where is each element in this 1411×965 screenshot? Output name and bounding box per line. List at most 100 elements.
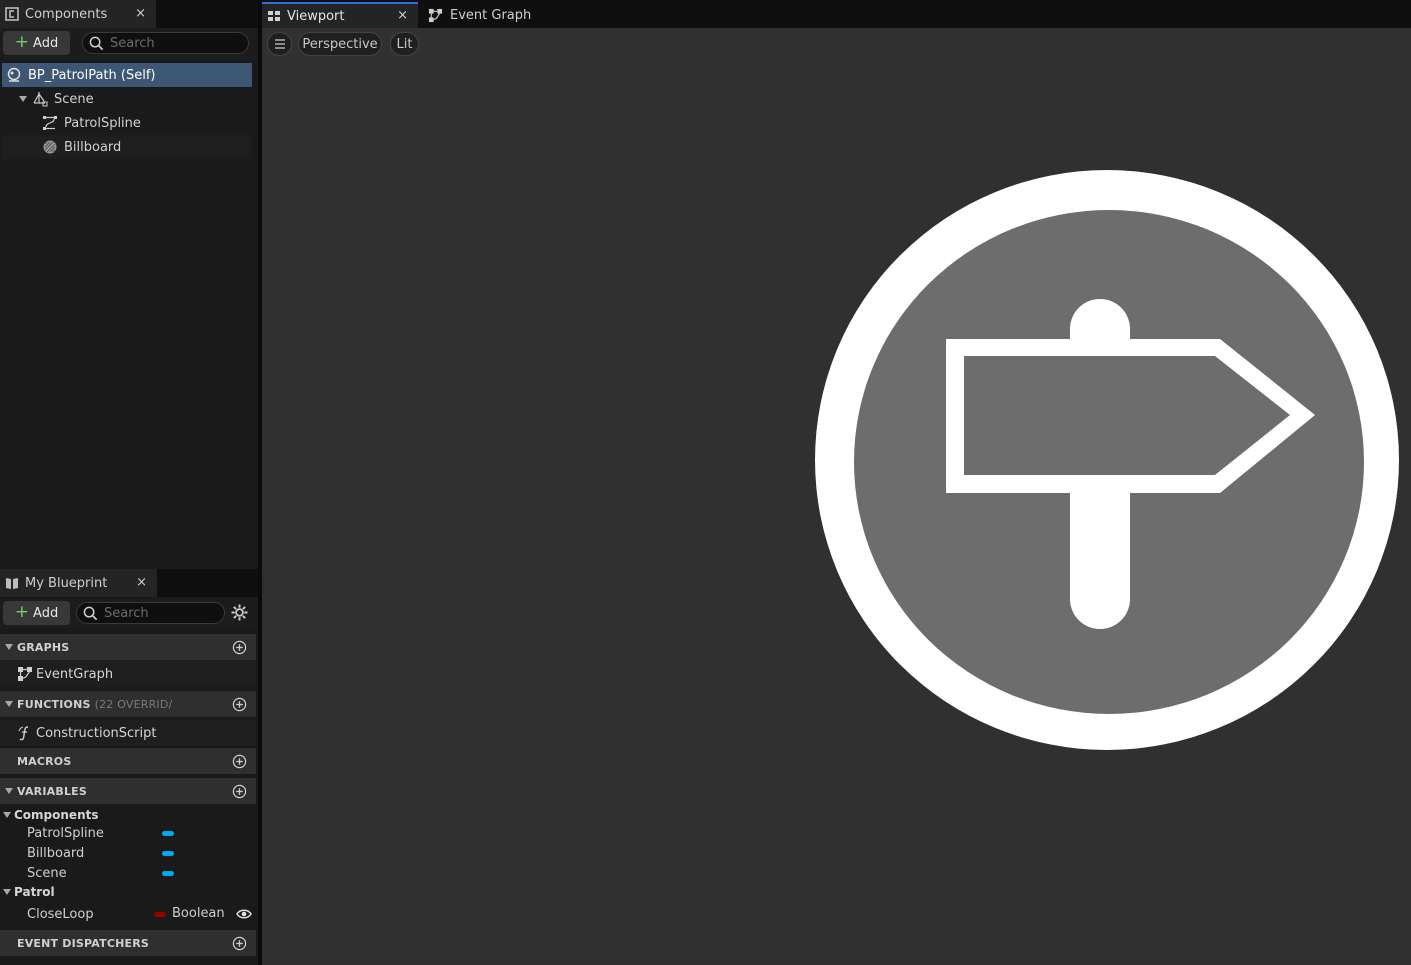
section-variables-label: VARIABLES — [17, 784, 87, 798]
graph-item-eventgraph[interactable]: EventGraph — [0, 661, 256, 687]
add-macro-icon[interactable] — [232, 754, 247, 769]
tab-event-graph-label: Event Graph — [450, 7, 532, 23]
close-icon[interactable]: × — [135, 6, 146, 21]
add-component-button[interactable]: + Add — [3, 31, 70, 55]
variable-row-closeloop[interactable]: CloseLoop Boolean — [27, 904, 257, 924]
section-variables[interactable]: VARIABLES — [0, 778, 256, 804]
component-row-scene[interactable]: Scene — [2, 87, 252, 111]
scene-component-icon — [33, 92, 48, 107]
perspective-button[interactable]: Perspective — [298, 32, 382, 56]
plus-icon: + — [14, 31, 30, 52]
add-event-dispatcher-icon[interactable] — [232, 936, 247, 951]
close-icon[interactable]: × — [136, 575, 147, 590]
add-variable-icon[interactable] — [232, 784, 247, 799]
section-macros[interactable]: MACROS — [0, 748, 256, 774]
editor-tabbar: Viewport × Event Graph — [262, 0, 1411, 28]
components-icon — [5, 7, 19, 21]
functions-override-note: (22 OVERRID/ — [94, 697, 173, 711]
viewport-menu-button[interactable] — [267, 32, 292, 56]
tab-event-graph[interactable]: Event Graph — [428, 2, 531, 28]
hamburger-icon — [274, 39, 285, 49]
add-member-label: Add — [33, 605, 59, 621]
component-label-scene: Scene — [54, 91, 94, 107]
viewport-canvas[interactable]: Perspective Lit — [262, 28, 1411, 965]
billboard-icon — [43, 140, 57, 154]
perspective-label: Perspective — [302, 36, 378, 52]
components-search-input[interactable]: Search — [82, 32, 249, 54]
book-icon — [6, 578, 18, 589]
components-toolbar: + Add Search — [0, 28, 258, 58]
component-label-self: BP_PatrolPath (Self) — [28, 67, 156, 83]
components-search-placeholder: Search — [110, 35, 155, 51]
variable-name: CloseLoop — [27, 906, 94, 922]
variable-name: PatrolSpline — [27, 825, 104, 841]
chevron-down-icon — [5, 788, 13, 794]
billboard-sprite[interactable] — [812, 169, 1402, 751]
add-component-label: Add — [33, 35, 59, 51]
gear-icon[interactable] — [231, 604, 248, 621]
variable-row-scene[interactable]: Scene — [27, 863, 257, 883]
tab-components[interactable]: Components × — [0, 0, 156, 28]
eye-icon[interactable] — [236, 908, 252, 920]
chevron-down-icon — [3, 889, 11, 895]
myblueprint-search-placeholder: Search — [104, 605, 149, 621]
chevron-down-icon — [3, 812, 11, 818]
add-function-icon[interactable] — [232, 697, 247, 712]
section-functions[interactable]: FUNCTIONS (22 OVERRID/ — [0, 691, 256, 717]
section-graphs-label: GRAPHS — [17, 640, 70, 654]
left-column: Components × + Add Search BP_PatrolPath … — [0, 0, 258, 965]
event-graph-icon — [18, 667, 32, 681]
chevron-down-icon — [5, 701, 13, 707]
section-functions-label: FUNCTIONS — [17, 697, 91, 711]
chevron-down-icon — [19, 96, 27, 102]
component-row-billboard[interactable]: Billboard — [2, 135, 252, 159]
variable-name: Scene — [27, 865, 67, 881]
variable-row-billboard[interactable]: Billboard — [27, 843, 257, 863]
category-label: Patrol — [14, 885, 55, 899]
lit-label: Lit — [396, 36, 413, 52]
function-item-constructionscript[interactable]: ConstructionScript — [0, 720, 256, 746]
myblueprint-search-input[interactable]: Search — [76, 602, 225, 624]
boolean-type-pill — [154, 912, 166, 917]
myblueprint-tabbar: My Blueprint × — [0, 569, 258, 597]
tab-my-blueprint[interactable]: My Blueprint × — [0, 569, 157, 597]
tab-my-blueprint-label: My Blueprint — [25, 575, 108, 591]
variable-row-patrolspline[interactable]: PatrolSpline — [27, 823, 257, 843]
add-graph-icon[interactable] — [232, 640, 247, 655]
add-member-button[interactable]: + Add — [3, 601, 70, 625]
components-tabbar: Components × — [0, 0, 258, 28]
tab-components-label: Components — [25, 6, 108, 22]
component-label-billboard: Billboard — [64, 139, 122, 155]
category-label: Components — [14, 808, 99, 822]
tab-viewport-label: Viewport — [287, 8, 345, 24]
object-type-pill — [162, 851, 174, 856]
search-icon — [89, 36, 104, 50]
function-icon — [18, 726, 29, 741]
tab-viewport[interactable]: Viewport × — [262, 2, 418, 28]
plus-icon: + — [14, 601, 30, 622]
myblueprint-toolbar: + Add Search — [0, 598, 258, 628]
component-label-patrolspline: PatrolSpline — [64, 115, 141, 131]
function-item-label: ConstructionScript — [36, 725, 157, 741]
section-event-dispatchers-label: EVENT DISPATCHERS — [17, 936, 150, 950]
section-event-dispatchers[interactable]: EVENT DISPATCHERS — [0, 930, 256, 956]
component-row-self[interactable]: BP_PatrolPath (Self) — [2, 63, 252, 87]
object-type-pill — [162, 871, 174, 876]
viewport-icon — [268, 11, 280, 21]
object-type-pill — [162, 831, 174, 836]
actor-icon — [7, 67, 21, 82]
close-icon[interactable]: × — [397, 8, 408, 23]
variable-category-components[interactable]: Components — [0, 806, 256, 824]
graph-item-label: EventGraph — [36, 666, 114, 682]
variable-category-patrol[interactable]: Patrol — [0, 883, 256, 901]
section-graphs[interactable]: GRAPHS — [0, 634, 256, 660]
lit-button[interactable]: Lit — [390, 32, 419, 56]
search-icon — [83, 606, 98, 620]
chevron-down-icon — [5, 644, 13, 650]
section-macros-label: MACROS — [17, 754, 72, 768]
component-row-patrolspline[interactable]: PatrolSpline — [2, 111, 252, 135]
spline-icon — [43, 116, 57, 130]
event-graph-icon — [428, 8, 443, 22]
variable-name: Billboard — [27, 845, 85, 861]
variable-type-label: Boolean — [172, 906, 225, 921]
